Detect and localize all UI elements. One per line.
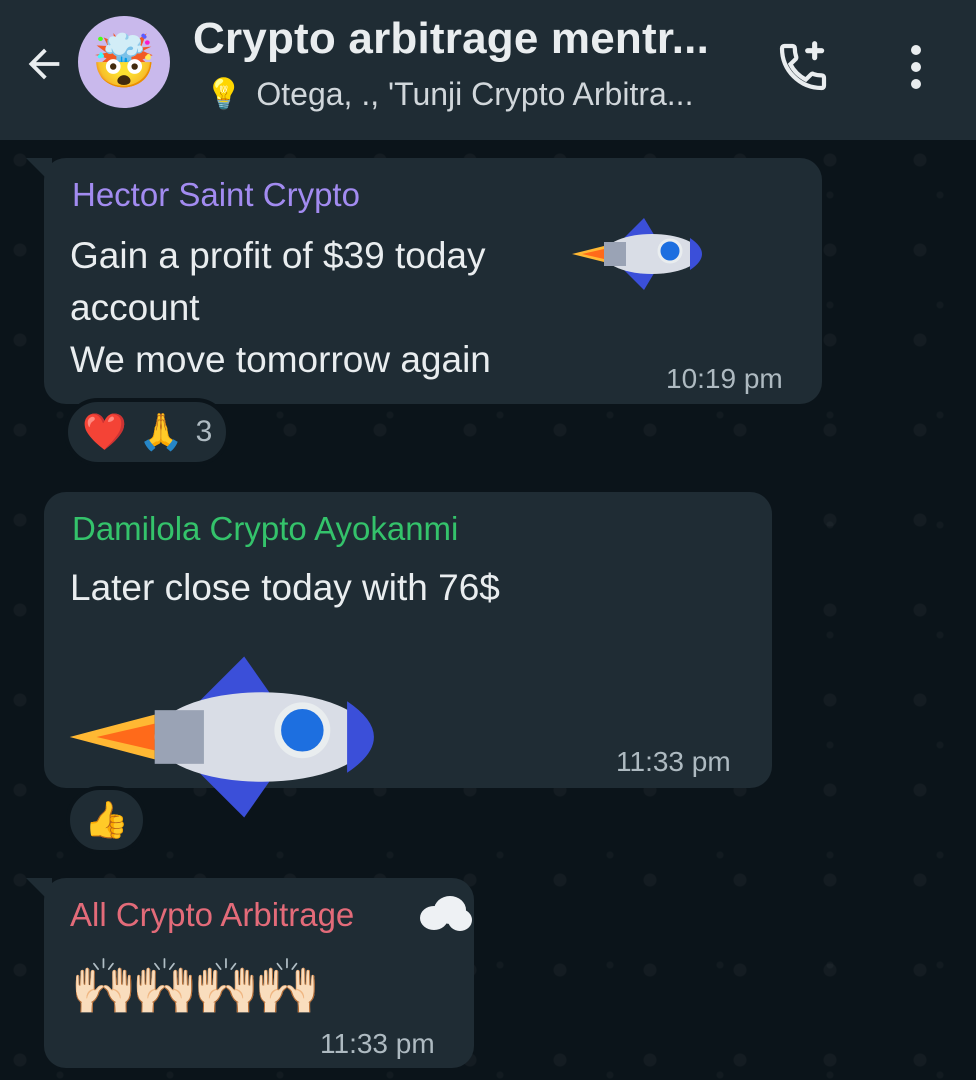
thumbs-up-icon: 👍 — [84, 799, 129, 840]
message-text-line: Gain a profit of $39 today — [70, 235, 486, 276]
back-button[interactable] — [18, 38, 70, 90]
back-arrow-icon — [28, 48, 60, 80]
more-vertical-icon — [911, 45, 921, 89]
raised-hands-emojis: 🙌🏻🙌🏻🙌🏻🙌🏻 — [70, 957, 321, 1017]
group-avatar[interactable]: 🤯 — [78, 16, 170, 108]
add-call-icon — [779, 41, 827, 91]
message-bubble[interactable]: Hector Saint Crypto Gain a profit of $39… — [26, 158, 822, 404]
cloud-icon — [420, 896, 472, 931]
chat-header: 🤯 Crypto arbitrage mentr... 💡 Otega, ., … — [0, 0, 976, 140]
folded-hands-icon: 🙏 — [138, 411, 184, 452]
reaction-count: 3 — [195, 415, 213, 448]
heart-icon: ❤️ — [82, 411, 127, 452]
sender-name[interactable]: All Crypto Arbitrage — [70, 896, 354, 934]
message-text-line: account — [70, 287, 200, 328]
message-text-line: Later close today with 76$ — [70, 567, 500, 608]
rocket-icon — [572, 218, 702, 290]
sender-name[interactable]: Hector Saint Crypto — [72, 176, 360, 214]
message-timestamp: 10:19 pm — [666, 363, 783, 394]
message-bubble[interactable]: Damilola Crypto Ayokanmi Later close tod… — [44, 492, 772, 818]
more-options-button[interactable] — [892, 34, 940, 100]
reaction-pill[interactable]: 👍 — [66, 786, 147, 854]
avatar-emoji: 🤯 — [91, 33, 157, 91]
participants-list: Otega, ., 'Tunji Crypto Arbitra... — [256, 76, 694, 112]
chat-subtitle[interactable]: 💡 Otega, ., 'Tunji Crypto Arbitra... — [205, 76, 725, 113]
chat-title[interactable]: Crypto arbitrage mentr... — [193, 14, 733, 64]
sender-name[interactable]: Damilola Crypto Ayokanmi — [72, 510, 458, 548]
message-bubble[interactable]: All Crypto Arbitrage 🙌🏻🙌🏻🙌🏻🙌🏻 11:33 pm — [26, 878, 474, 1068]
message-timestamp: 11:33 pm — [616, 746, 731, 777]
message-text-line: We move tomorrow again — [70, 339, 491, 380]
add-call-button[interactable] — [770, 34, 836, 100]
bulb-icon: 💡 — [205, 78, 243, 111]
message-timestamp: 11:33 pm — [320, 1028, 435, 1059]
reaction-pill[interactable]: ❤️ 🙏 3 — [64, 398, 231, 466]
